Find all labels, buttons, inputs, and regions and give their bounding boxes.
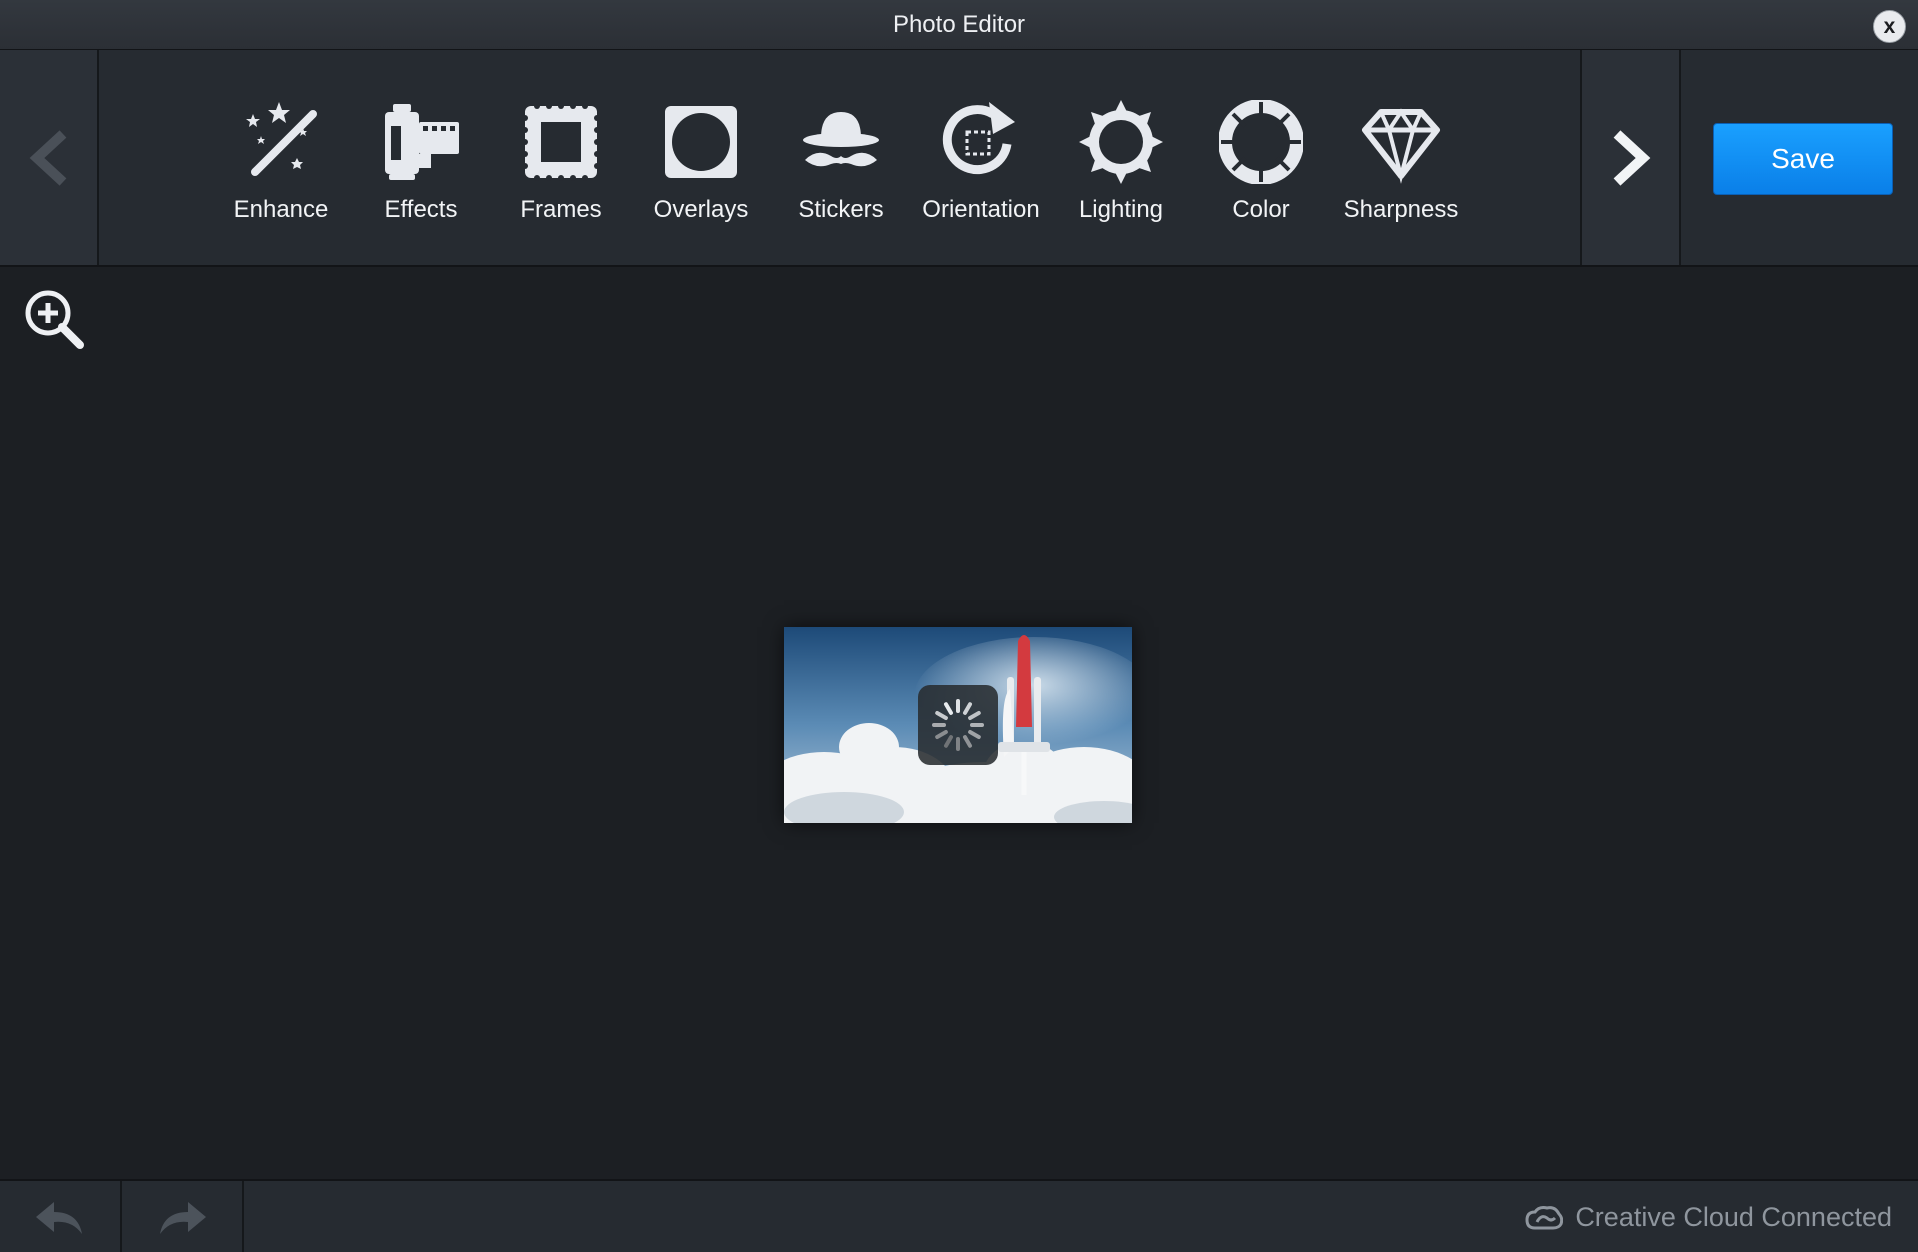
save-button[interactable]: Save [1713,123,1893,195]
rotate-icon [942,102,1015,175]
tool-stickers[interactable]: Stickers [771,50,911,265]
spinner-icon [932,699,984,751]
tool-label: Color [1232,196,1290,223]
tool-enhance[interactable]: Enhance [211,50,351,265]
redo-icon [160,1201,206,1234]
tool-label: Effects [384,196,458,223]
diamond-icon [1362,108,1440,184]
next-tools-button[interactable] [1580,50,1681,265]
close-icon: x [1883,14,1896,38]
zoom-in-icon [25,290,84,349]
previous-tools-button[interactable] [0,50,99,265]
tool-orientation[interactable]: Orientation [911,50,1051,265]
window-title: Photo Editor [892,11,1026,38]
tool-label: Frames [520,196,602,223]
tool-overlays[interactable]: Overlays [631,50,771,265]
image-canvas [0,267,1918,1179]
sun-icon [1079,100,1163,184]
tool-label: Overlays [653,196,749,223]
tool-effects[interactable]: Effects [351,50,491,265]
title-bar: Photo Editor x [0,0,1918,50]
magic-wand-icon [246,102,317,176]
zoom-in-button[interactable] [22,287,86,351]
overlay-circle-icon [665,106,737,178]
chevron-right-icon [1613,129,1650,186]
creative-cloud-status: Creative Cloud Connected [1525,1181,1892,1252]
loading-spinner [918,685,998,765]
tool-sharpness[interactable]: Sharpness [1331,50,1471,265]
photo-editor-window: Photo Editor x Enhance Effects Frames Ov… [0,0,1918,1252]
undo-icon [36,1201,82,1234]
tool-frames[interactable]: Frames [491,50,631,265]
tool-label: Orientation [922,196,1040,223]
bottom-bar: Creative Cloud Connected [0,1179,1918,1252]
tool-label: Lighting [1078,196,1164,223]
film-canister-icon [385,104,459,180]
tool-bar: Enhance Effects Frames Overlays Stickers… [0,50,1918,267]
tool-label: Enhance [233,196,329,223]
chevron-left-icon [29,129,66,186]
color-wheel-icon [1219,100,1303,184]
tool-label: Stickers [798,196,884,223]
creative-cloud-icon [1525,1205,1564,1229]
redo-button[interactable] [122,1181,244,1252]
tool-label: Sharpness [1343,196,1459,223]
tool-lighting[interactable]: Lighting [1051,50,1191,265]
hat-mustache-icon [803,112,879,167]
creative-cloud-label: Creative Cloud Connected [1575,1202,1892,1232]
close-button[interactable]: x [1873,10,1906,43]
tool-color[interactable]: Color [1191,50,1331,265]
frame-icon [522,103,600,181]
undo-button[interactable] [0,1181,122,1252]
